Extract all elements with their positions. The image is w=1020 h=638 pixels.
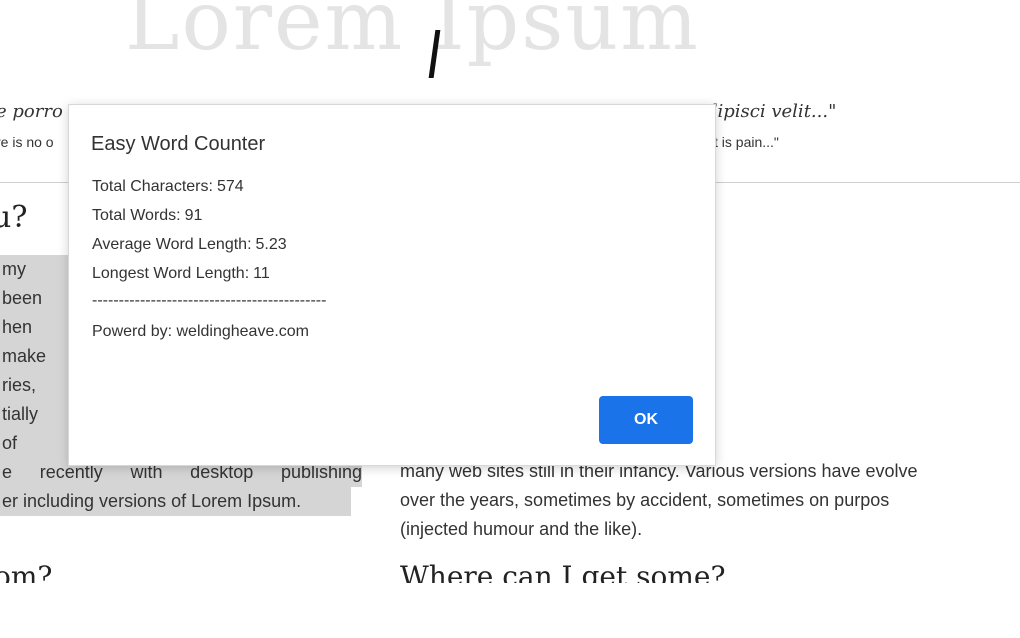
total-words-value: 91 (184, 207, 203, 224)
average-word-length-stat: Average Word Length: 5.23 (92, 236, 287, 254)
total-characters-value: 574 (216, 178, 244, 195)
average-word-length-label: Average Word Length: (92, 236, 252, 253)
english-quote-left: re is no o (0, 134, 54, 150)
total-characters-label: Total Characters: (92, 178, 213, 195)
longest-word-length-label: Longest Word Length: (92, 265, 250, 282)
total-words-label: Total Words: (92, 207, 181, 224)
longest-word-length-value: 11 (253, 265, 270, 282)
selected-text-line: er including versions of Lorem Ipsum. (0, 487, 351, 516)
bottom-heading-left: om? (0, 560, 53, 583)
average-word-length-value: 5.23 (255, 236, 287, 253)
dialog-separator: ----------------------------------------… (92, 292, 327, 309)
powered-by-text: Powerd by: weldingheave.com (92, 323, 310, 340)
paragraph-line: over the years, sometimes by accident, s… (400, 490, 890, 510)
page-title: Lorem Ipsum (125, 0, 700, 69)
latin-quote-right: dipisci velit..." (706, 101, 837, 122)
english-quote-right: t is pain..." (714, 134, 779, 150)
left-section-heading: u? (0, 200, 28, 235)
ok-button[interactable]: OK (599, 396, 693, 444)
paragraph-line: (injected humour and the like). (400, 519, 643, 539)
word-counter-dialog: Easy Word Counter Total Characters: 574 T… (68, 104, 716, 466)
total-characters-stat: Total Characters: 574 (92, 178, 244, 196)
total-words-stat: Total Words: 91 (92, 207, 202, 225)
page-title-area: Lorem Ipsum (0, 0, 1020, 80)
bottom-headings: om? Where can I get some? (0, 555, 1020, 583)
dialog-title: Easy Word Counter (91, 133, 266, 155)
longest-word-length-stat: Longest Word Length: 11 (92, 265, 270, 283)
bottom-heading-right: Where can I get some? (400, 560, 726, 583)
